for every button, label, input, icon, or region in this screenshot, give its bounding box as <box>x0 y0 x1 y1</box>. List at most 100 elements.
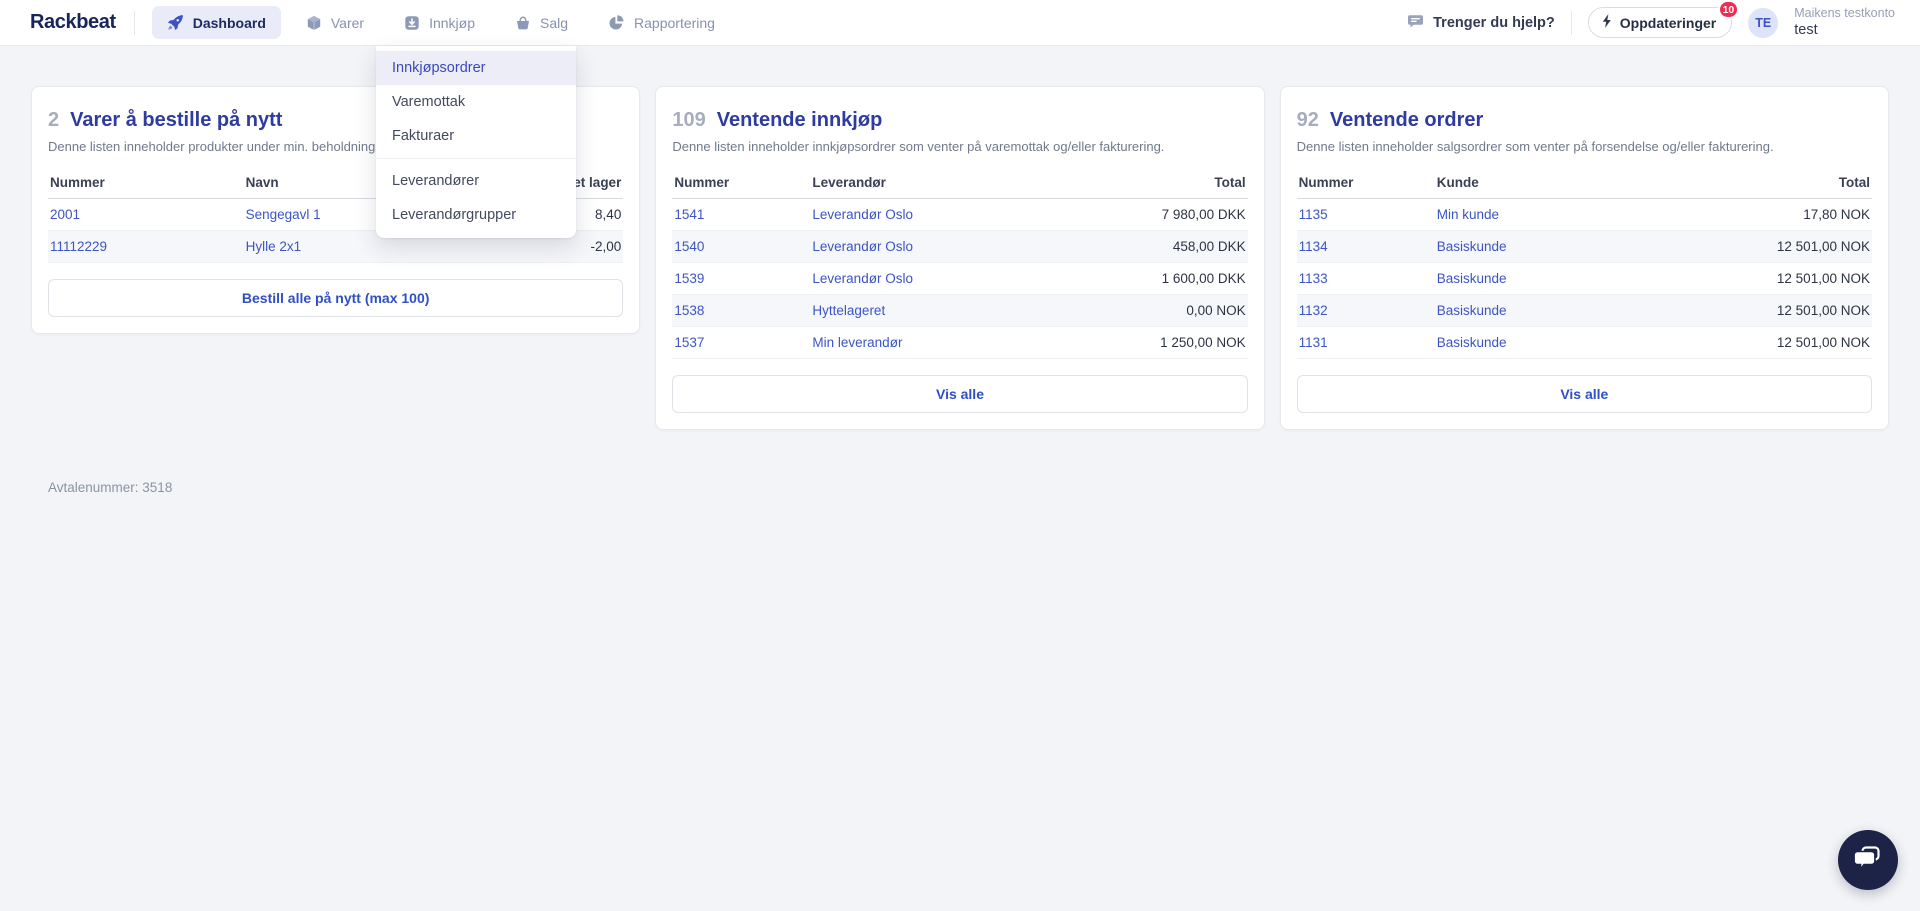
item-link[interactable]: 1132 <box>1299 303 1328 318</box>
menu-item-varemottak[interactable]: Varemottak <box>376 85 576 119</box>
name-cell: Basiskunde <box>1434 262 1723 295</box>
total-cell: 0,00 NOK <box>1098 294 1248 327</box>
item-link[interactable]: Basiskunde <box>1437 271 1507 286</box>
column-header: Nummer <box>48 167 244 199</box>
nav-item-innkj-p[interactable]: Innkjøp <box>389 7 490 39</box>
updates-label: Oppdateringer <box>1619 14 1717 31</box>
total-cell: 7 980,00 DKK <box>1098 198 1248 231</box>
number-cell: 1132 <box>1296 294 1435 327</box>
item-link[interactable]: 1135 <box>1299 207 1328 222</box>
table-row: 1538 Hyttelageret 0,00 NOK <box>672 294 1248 327</box>
nav-item-rapportering[interactable]: Rapportering <box>593 6 730 39</box>
help-label: Trenger du hjelp? <box>1433 14 1555 31</box>
name-cell: Basiskunde <box>1434 294 1723 327</box>
reorder-all-button[interactable]: Bestill alle på nytt (max 100) <box>48 279 624 317</box>
account-subname: test <box>1794 22 1818 39</box>
updates-button[interactable]: Oppdateringer 10 <box>1587 0 1740 38</box>
item-link[interactable]: Basiskunde <box>1437 335 1507 350</box>
item-link[interactable]: 1537 <box>674 335 704 350</box>
table-row: 1539 Leverandør Oslo 1 600,00 DKK <box>672 262 1248 295</box>
card-title-link[interactable]: Ventende ordrer <box>1330 109 1483 132</box>
app-logo[interactable]: Rackbeat <box>30 11 116 34</box>
nav-item-dashboard[interactable]: Dashboard <box>151 6 281 39</box>
total-cell: 17,80 NOK <box>1722 198 1872 231</box>
name-cell: Min kunde <box>1434 198 1723 231</box>
card-table: Nummer Kunde Total 1135 Min kunde 17,80 NOK 11… <box>1296 167 1872 359</box>
nav-item-label: Innkjøp <box>429 14 475 31</box>
help-button[interactable]: Trenger du hjelp? <box>1407 13 1555 33</box>
card-title-link[interactable]: Ventende innkjøp <box>717 109 883 132</box>
table-header-row: Nummer Kunde Total <box>1296 167 1872 199</box>
column-header: Total <box>1098 167 1248 199</box>
item-link[interactable]: 1131 <box>1299 335 1328 350</box>
show-all-button[interactable]: Vis alle <box>672 375 1248 413</box>
nav-item-label: Dashboard <box>192 14 266 31</box>
menu-item-innkj-psordrer[interactable]: Innkjøpsordrer <box>376 51 576 85</box>
card-title-link[interactable]: Varer å bestille på nytt <box>70 109 282 132</box>
nav-divider <box>1570 10 1572 35</box>
item-link[interactable]: Hyttelageret <box>812 303 885 318</box>
item-link[interactable]: 1540 <box>674 239 704 254</box>
item-link[interactable]: 1133 <box>1299 271 1328 286</box>
name-cell: Basiskunde <box>1434 230 1723 263</box>
top-nav: Rackbeat Dashboard Varer Innkjøp Salg Rappor… <box>0 0 1920 46</box>
nav-divider <box>133 10 135 35</box>
item-link[interactable]: 1538 <box>674 303 704 318</box>
name-cell: Leverandør Oslo <box>810 230 1099 263</box>
number-cell: 1131 <box>1296 326 1435 359</box>
menu-item-leverand-rer[interactable]: Leverandører <box>376 164 576 198</box>
number-cell: 1540 <box>672 230 811 263</box>
total-cell: 458,00 DKK <box>1098 230 1248 263</box>
item-link[interactable]: Basiskunde <box>1437 239 1507 254</box>
nav-item-label: Rapportering <box>634 14 715 31</box>
updates-badge: 10 <box>1717 0 1740 19</box>
item-link[interactable]: Min kunde <box>1437 207 1499 222</box>
dashboard-card-2: 92 Ventende ordrer Denne listen inneholder… <box>1279 86 1889 430</box>
item-link[interactable]: 1541 <box>674 207 704 222</box>
name-cell: Hyttelageret <box>810 294 1099 327</box>
item-link[interactable]: Leverandør Oslo <box>812 271 913 286</box>
lightning-icon <box>1601 14 1613 31</box>
card-count: 109 <box>672 109 706 131</box>
nav-item-varer[interactable]: Varer <box>291 7 379 39</box>
chat-bubbles-icon <box>1853 844 1883 877</box>
item-link[interactable]: 1539 <box>674 271 704 286</box>
avatar[interactable]: TE <box>1748 7 1779 38</box>
name-cell: Min leverandør <box>810 326 1099 359</box>
dashboard-card-1: 109 Ventende innkjøp Denne listen innehold… <box>655 86 1265 430</box>
item-link[interactable]: Min leverandør <box>812 335 902 350</box>
box-icon <box>306 15 322 31</box>
nav-item-salg[interactable]: Salg <box>500 7 583 39</box>
menu-item-leverand-rgrupper[interactable]: Leverandørgrupper <box>376 198 576 232</box>
item-link[interactable]: 1134 <box>1299 239 1328 254</box>
account-name: Maikens testkonto <box>1794 5 1895 20</box>
column-header: Total <box>1722 167 1872 199</box>
item-link[interactable]: Hylle 2x1 <box>246 239 302 254</box>
table-header-row: Nummer Leverandør Total <box>672 167 1248 199</box>
main-nav: Dashboard Varer Innkjøp Salg Rapportering <box>151 6 730 39</box>
number-cell: 1537 <box>672 326 811 359</box>
table-row: 1134 Basiskunde 12 501,00 NOK <box>1296 230 1872 263</box>
item-link[interactable]: Leverandør Oslo <box>812 239 913 254</box>
item-link[interactable]: 11112229 <box>50 239 107 254</box>
account-info[interactable]: Maikens testkonto test <box>1794 6 1895 40</box>
item-link[interactable]: Basiskunde <box>1437 303 1507 318</box>
chat-widget-button[interactable] <box>1838 830 1898 890</box>
item-link[interactable]: 2001 <box>50 207 80 222</box>
total-cell: 12 501,00 NOK <box>1722 326 1872 359</box>
menu-item-fakturaer[interactable]: Fakturaer <box>376 119 576 153</box>
column-header: Kunde <box>1434 167 1723 199</box>
number-cell: 1134 <box>1296 230 1435 263</box>
item-link[interactable]: Leverandør Oslo <box>812 207 913 222</box>
item-link[interactable]: Sengegavl 1 <box>246 207 321 222</box>
show-all-button[interactable]: Vis alle <box>1296 375 1872 413</box>
name-cell: Leverandør Oslo <box>810 262 1099 295</box>
card-header: 92 Ventende ordrer <box>1297 109 1872 132</box>
nav-item-label: Salg <box>540 14 569 31</box>
total-cell: 12 501,00 NOK <box>1722 230 1872 263</box>
table-row: 1135 Min kunde 17,80 NOK <box>1296 198 1872 231</box>
number-cell: 1541 <box>672 198 811 231</box>
number-cell: 1133 <box>1296 262 1435 295</box>
total-cell: 12 501,00 NOK <box>1722 294 1872 327</box>
card-table: Nummer Leverandør Total 1541 Leverandør Oslo… <box>672 167 1248 359</box>
